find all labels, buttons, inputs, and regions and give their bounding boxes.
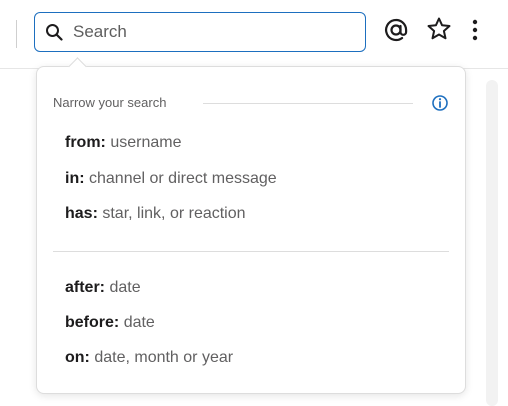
filter-keyword: after:	[65, 279, 106, 296]
info-icon[interactable]	[431, 94, 449, 112]
section-divider	[53, 251, 449, 252]
more-vertical-icon[interactable]	[468, 16, 482, 44]
header-divider	[203, 103, 413, 104]
search-input[interactable]: Search	[34, 12, 366, 52]
filter-in[interactable]: in: channel or direct message	[65, 169, 277, 189]
filter-keyword: on:	[65, 349, 90, 366]
scrollbar[interactable]	[486, 80, 498, 406]
filter-keyword: in:	[65, 170, 85, 187]
search-icon	[46, 24, 63, 41]
star-icon[interactable]	[426, 16, 452, 42]
filter-hint: date	[109, 279, 141, 296]
narrow-search-header: Narrow your search	[53, 93, 451, 113]
filter-hint: username	[110, 134, 182, 151]
filter-keyword: has:	[65, 205, 98, 222]
filter-after[interactable]: after: date	[65, 278, 141, 298]
narrow-search-label: Narrow your search	[53, 95, 167, 110]
search-placeholder: Search	[73, 22, 127, 41]
search-suggestions-dropdown: Narrow your search from: username in: ch…	[36, 57, 466, 394]
filter-keyword: from:	[65, 134, 106, 151]
filter-keyword: before:	[65, 314, 120, 331]
filter-hint: channel or direct message	[89, 170, 277, 187]
filter-before[interactable]: before: date	[65, 313, 155, 333]
filter-has[interactable]: has: star, link, or reaction	[65, 204, 246, 224]
filter-hint: date	[123, 314, 155, 331]
filter-hint: date, month or year	[94, 349, 234, 366]
filter-from[interactable]: from: username	[65, 133, 182, 153]
filter-on[interactable]: on: date, month or year	[65, 348, 233, 368]
filter-hint: star, link, or reaction	[102, 205, 246, 222]
at-icon[interactable]	[382, 16, 410, 44]
toolbar-divider	[16, 20, 17, 48]
